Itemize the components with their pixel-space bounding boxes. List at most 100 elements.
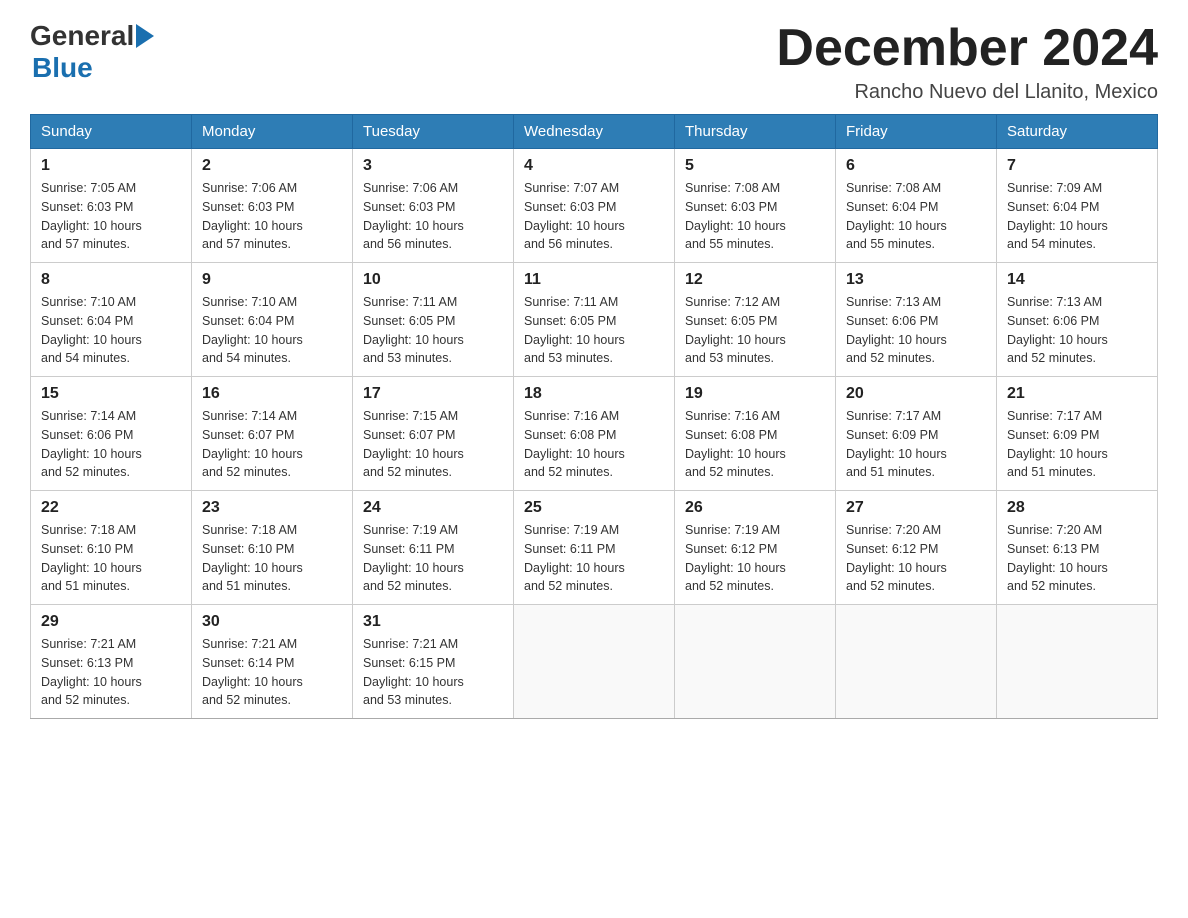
calendar-day-cell: 22 Sunrise: 7:18 AMSunset: 6:10 PMDayligh… [31, 491, 192, 605]
day-info: Sunrise: 7:11 AMSunset: 6:05 PMDaylight:… [524, 293, 664, 368]
day-info: Sunrise: 7:21 AMSunset: 6:13 PMDaylight:… [41, 635, 181, 710]
day-info: Sunrise: 7:21 AMSunset: 6:15 PMDaylight:… [363, 635, 503, 710]
day-info: Sunrise: 7:09 AMSunset: 6:04 PMDaylight:… [1007, 179, 1147, 254]
calendar-day-cell: 27 Sunrise: 7:20 AMSunset: 6:12 PMDayligh… [836, 491, 997, 605]
weekday-header-wednesday: Wednesday [514, 115, 675, 149]
day-number: 31 [363, 613, 503, 631]
day-number: 22 [41, 499, 181, 517]
day-number: 14 [1007, 271, 1147, 289]
calendar-day-cell: 10 Sunrise: 7:11 AMSunset: 6:05 PMDayligh… [353, 263, 514, 377]
calendar-week-row: 22 Sunrise: 7:18 AMSunset: 6:10 PMDayligh… [31, 491, 1158, 605]
calendar-day-cell [675, 605, 836, 719]
calendar-day-cell: 24 Sunrise: 7:19 AMSunset: 6:11 PMDayligh… [353, 491, 514, 605]
day-info: Sunrise: 7:14 AMSunset: 6:07 PMDaylight:… [202, 407, 342, 482]
calendar-day-cell: 8 Sunrise: 7:10 AMSunset: 6:04 PMDaylight… [31, 263, 192, 377]
day-number: 29 [41, 613, 181, 631]
day-info: Sunrise: 7:12 AMSunset: 6:05 PMDaylight:… [685, 293, 825, 368]
day-number: 7 [1007, 157, 1147, 175]
day-number: 1 [41, 157, 181, 175]
weekday-header-sunday: Sunday [31, 115, 192, 149]
day-number: 6 [846, 157, 986, 175]
day-info: Sunrise: 7:05 AMSunset: 6:03 PMDaylight:… [41, 179, 181, 254]
day-info: Sunrise: 7:14 AMSunset: 6:06 PMDaylight:… [41, 407, 181, 482]
calendar-day-cell: 25Sunrise: 7:19 AMSunset: 6:11 PMDayligh… [514, 491, 675, 605]
day-info: Sunrise: 7:18 AMSunset: 6:10 PMDaylight:… [202, 521, 342, 596]
weekday-header-friday: Friday [836, 115, 997, 149]
calendar-day-cell: 28Sunrise: 7:20 AMSunset: 6:13 PMDayligh… [997, 491, 1158, 605]
day-number: 17 [363, 385, 503, 403]
weekday-header-tuesday: Tuesday [353, 115, 514, 149]
calendar-day-cell: 13Sunrise: 7:13 AMSunset: 6:06 PMDayligh… [836, 263, 997, 377]
day-info: Sunrise: 7:20 AMSunset: 6:12 PMDaylight:… [846, 521, 986, 596]
day-number: 11 [524, 271, 664, 289]
day-number: 16 [202, 385, 342, 403]
day-info: Sunrise: 7:21 AMSunset: 6:14 PMDaylight:… [202, 635, 342, 710]
calendar-day-cell [836, 605, 997, 719]
day-info: Sunrise: 7:19 AMSunset: 6:11 PMDaylight:… [363, 521, 503, 596]
day-number: 2 [202, 157, 342, 175]
day-number: 5 [685, 157, 825, 175]
day-number: 30 [202, 613, 342, 631]
day-info: Sunrise: 7:06 AMSunset: 6:03 PMDaylight:… [202, 179, 342, 254]
calendar-day-cell: 1 Sunrise: 7:05 AMSunset: 6:03 PMDaylight… [31, 149, 192, 263]
day-number: 28 [1007, 499, 1147, 517]
day-info: Sunrise: 7:08 AMSunset: 6:04 PMDaylight:… [846, 179, 986, 254]
day-info: Sunrise: 7:15 AMSunset: 6:07 PMDaylight:… [363, 407, 503, 482]
calendar-day-cell: 5 Sunrise: 7:08 AMSunset: 6:03 PMDaylight… [675, 149, 836, 263]
day-info: Sunrise: 7:10 AMSunset: 6:04 PMDaylight:… [202, 293, 342, 368]
calendar-day-cell: 15 Sunrise: 7:14 AMSunset: 6:06 PMDayligh… [31, 377, 192, 491]
day-number: 12 [685, 271, 825, 289]
day-info: Sunrise: 7:16 AMSunset: 6:08 PMDaylight:… [685, 407, 825, 482]
day-number: 15 [41, 385, 181, 403]
calendar-day-cell: 21Sunrise: 7:17 AMSunset: 6:09 PMDayligh… [997, 377, 1158, 491]
logo-blue-text: Blue [32, 52, 93, 84]
calendar-day-cell: 14Sunrise: 7:13 AMSunset: 6:06 PMDayligh… [997, 263, 1158, 377]
calendar-day-cell [514, 605, 675, 719]
weekday-header-monday: Monday [192, 115, 353, 149]
day-info: Sunrise: 7:08 AMSunset: 6:03 PMDaylight:… [685, 179, 825, 254]
calendar-day-cell: 7 Sunrise: 7:09 AMSunset: 6:04 PMDaylight… [997, 149, 1158, 263]
weekday-header-saturday: Saturday [997, 115, 1158, 149]
calendar-day-cell: 16 Sunrise: 7:14 AMSunset: 6:07 PMDayligh… [192, 377, 353, 491]
day-number: 8 [41, 271, 181, 289]
calendar-table: SundayMondayTuesdayWednesdayThursdayFrid… [30, 114, 1158, 719]
calendar-day-cell: 18 Sunrise: 7:16 AMSunset: 6:08 PMDayligh… [514, 377, 675, 491]
calendar-day-cell: 29 Sunrise: 7:21 AMSunset: 6:13 PMDayligh… [31, 605, 192, 719]
calendar-day-cell [997, 605, 1158, 719]
day-number: 21 [1007, 385, 1147, 403]
calendar-week-row: 8 Sunrise: 7:10 AMSunset: 6:04 PMDaylight… [31, 263, 1158, 377]
logo: General Blue [30, 20, 156, 84]
day-number: 13 [846, 271, 986, 289]
day-number: 4 [524, 157, 664, 175]
day-number: 27 [846, 499, 986, 517]
day-info: Sunrise: 7:19 AMSunset: 6:11 PMDaylight:… [524, 521, 664, 596]
day-info: Sunrise: 7:11 AMSunset: 6:05 PMDaylight:… [363, 293, 503, 368]
calendar-day-cell: 30 Sunrise: 7:21 AMSunset: 6:14 PMDayligh… [192, 605, 353, 719]
calendar-week-row: 1 Sunrise: 7:05 AMSunset: 6:03 PMDaylight… [31, 149, 1158, 263]
day-number: 23 [202, 499, 342, 517]
calendar-day-cell: 17 Sunrise: 7:15 AMSunset: 6:07 PMDayligh… [353, 377, 514, 491]
day-number: 3 [363, 157, 503, 175]
day-info: Sunrise: 7:18 AMSunset: 6:10 PMDaylight:… [41, 521, 181, 596]
day-number: 10 [363, 271, 503, 289]
day-info: Sunrise: 7:16 AMSunset: 6:08 PMDaylight:… [524, 407, 664, 482]
calendar-day-cell: 19 Sunrise: 7:16 AMSunset: 6:08 PMDayligh… [675, 377, 836, 491]
calendar-day-cell: 9 Sunrise: 7:10 AMSunset: 6:04 PMDaylight… [192, 263, 353, 377]
day-number: 9 [202, 271, 342, 289]
calendar-day-cell: 11 Sunrise: 7:11 AMSunset: 6:05 PMDayligh… [514, 263, 675, 377]
weekday-header-row: SundayMondayTuesdayWednesdayThursdayFrid… [31, 115, 1158, 149]
logo-general-text: General [30, 20, 134, 52]
day-number: 18 [524, 385, 664, 403]
logo-arrow-icon [136, 22, 156, 50]
day-number: 19 [685, 385, 825, 403]
day-info: Sunrise: 7:10 AMSunset: 6:04 PMDaylight:… [41, 293, 181, 368]
calendar-day-cell: 12 Sunrise: 7:12 AMSunset: 6:05 PMDayligh… [675, 263, 836, 377]
month-title: December 2024 [776, 20, 1158, 77]
page-header: General Blue December 2024 Rancho Nuevo … [30, 20, 1158, 104]
day-info: Sunrise: 7:07 AMSunset: 6:03 PMDaylight:… [524, 179, 664, 254]
day-info: Sunrise: 7:06 AMSunset: 6:03 PMDaylight:… [363, 179, 503, 254]
calendar-day-cell: 4 Sunrise: 7:07 AMSunset: 6:03 PMDaylight… [514, 149, 675, 263]
calendar-day-cell: 26Sunrise: 7:19 AMSunset: 6:12 PMDayligh… [675, 491, 836, 605]
title-section: December 2024 Rancho Nuevo del Llanito, … [776, 20, 1158, 104]
day-number: 24 [363, 499, 503, 517]
